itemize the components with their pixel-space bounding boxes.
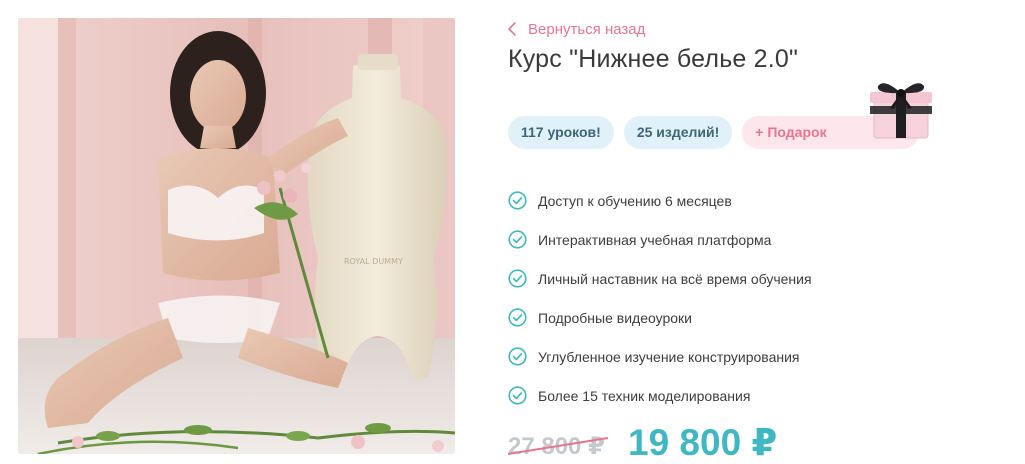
feature-list: Доступ к обучению 6 месяцев Интерактивна… <box>508 181 812 415</box>
check-circle-icon <box>508 386 527 405</box>
back-link-label: Вернуться назад <box>528 20 646 38</box>
gift-box-icon <box>870 83 932 139</box>
check-circle-icon <box>508 347 527 366</box>
feature-label: Подробные видеоуроки <box>538 309 692 326</box>
feature-item: Более 15 техник моделирования <box>508 376 812 415</box>
current-price: 19 800 ₽ <box>628 422 778 463</box>
items-count-badge: 25 изделий! <box>623 116 733 149</box>
svg-text:ROYAL DUMMY: ROYAL DUMMY <box>344 257 403 266</box>
feature-label: Более 15 техник моделирования <box>538 387 751 404</box>
check-circle-icon <box>508 230 527 249</box>
feature-item: Интерактивная учебная платформа <box>508 220 812 259</box>
feature-label: Углубленное изучение конструирования <box>538 348 800 365</box>
feature-item: Личный наставник на всё время обучения <box>508 259 812 298</box>
course-title: Курс "Нижнее белье 2.0" <box>508 45 799 73</box>
course-hero-image: ROYAL DUMMY <box>18 18 455 454</box>
feature-label: Личный наставник на всё время обучения <box>538 270 812 287</box>
feature-item: Доступ к обучению 6 месяцев <box>508 181 812 220</box>
old-price: 27 800 ₽ <box>508 433 605 460</box>
feature-label: Интерактивная учебная платформа <box>538 231 772 248</box>
check-circle-icon <box>508 191 527 210</box>
feature-item: Углубленное изучение конструирования <box>508 337 812 376</box>
feature-label: Доступ к обучению 6 месяцев <box>538 192 732 209</box>
check-circle-icon <box>508 269 527 288</box>
feature-item: Подробные видеоуроки <box>508 298 812 337</box>
lessons-count-badge: 117 уроков! <box>508 116 614 149</box>
check-circle-icon <box>508 308 527 327</box>
course-badges: 117 уроков! 25 изделий! + Подарок <box>508 116 919 149</box>
back-link[interactable]: Вернуться назад <box>508 18 645 40</box>
chevron-left-icon <box>508 22 516 36</box>
